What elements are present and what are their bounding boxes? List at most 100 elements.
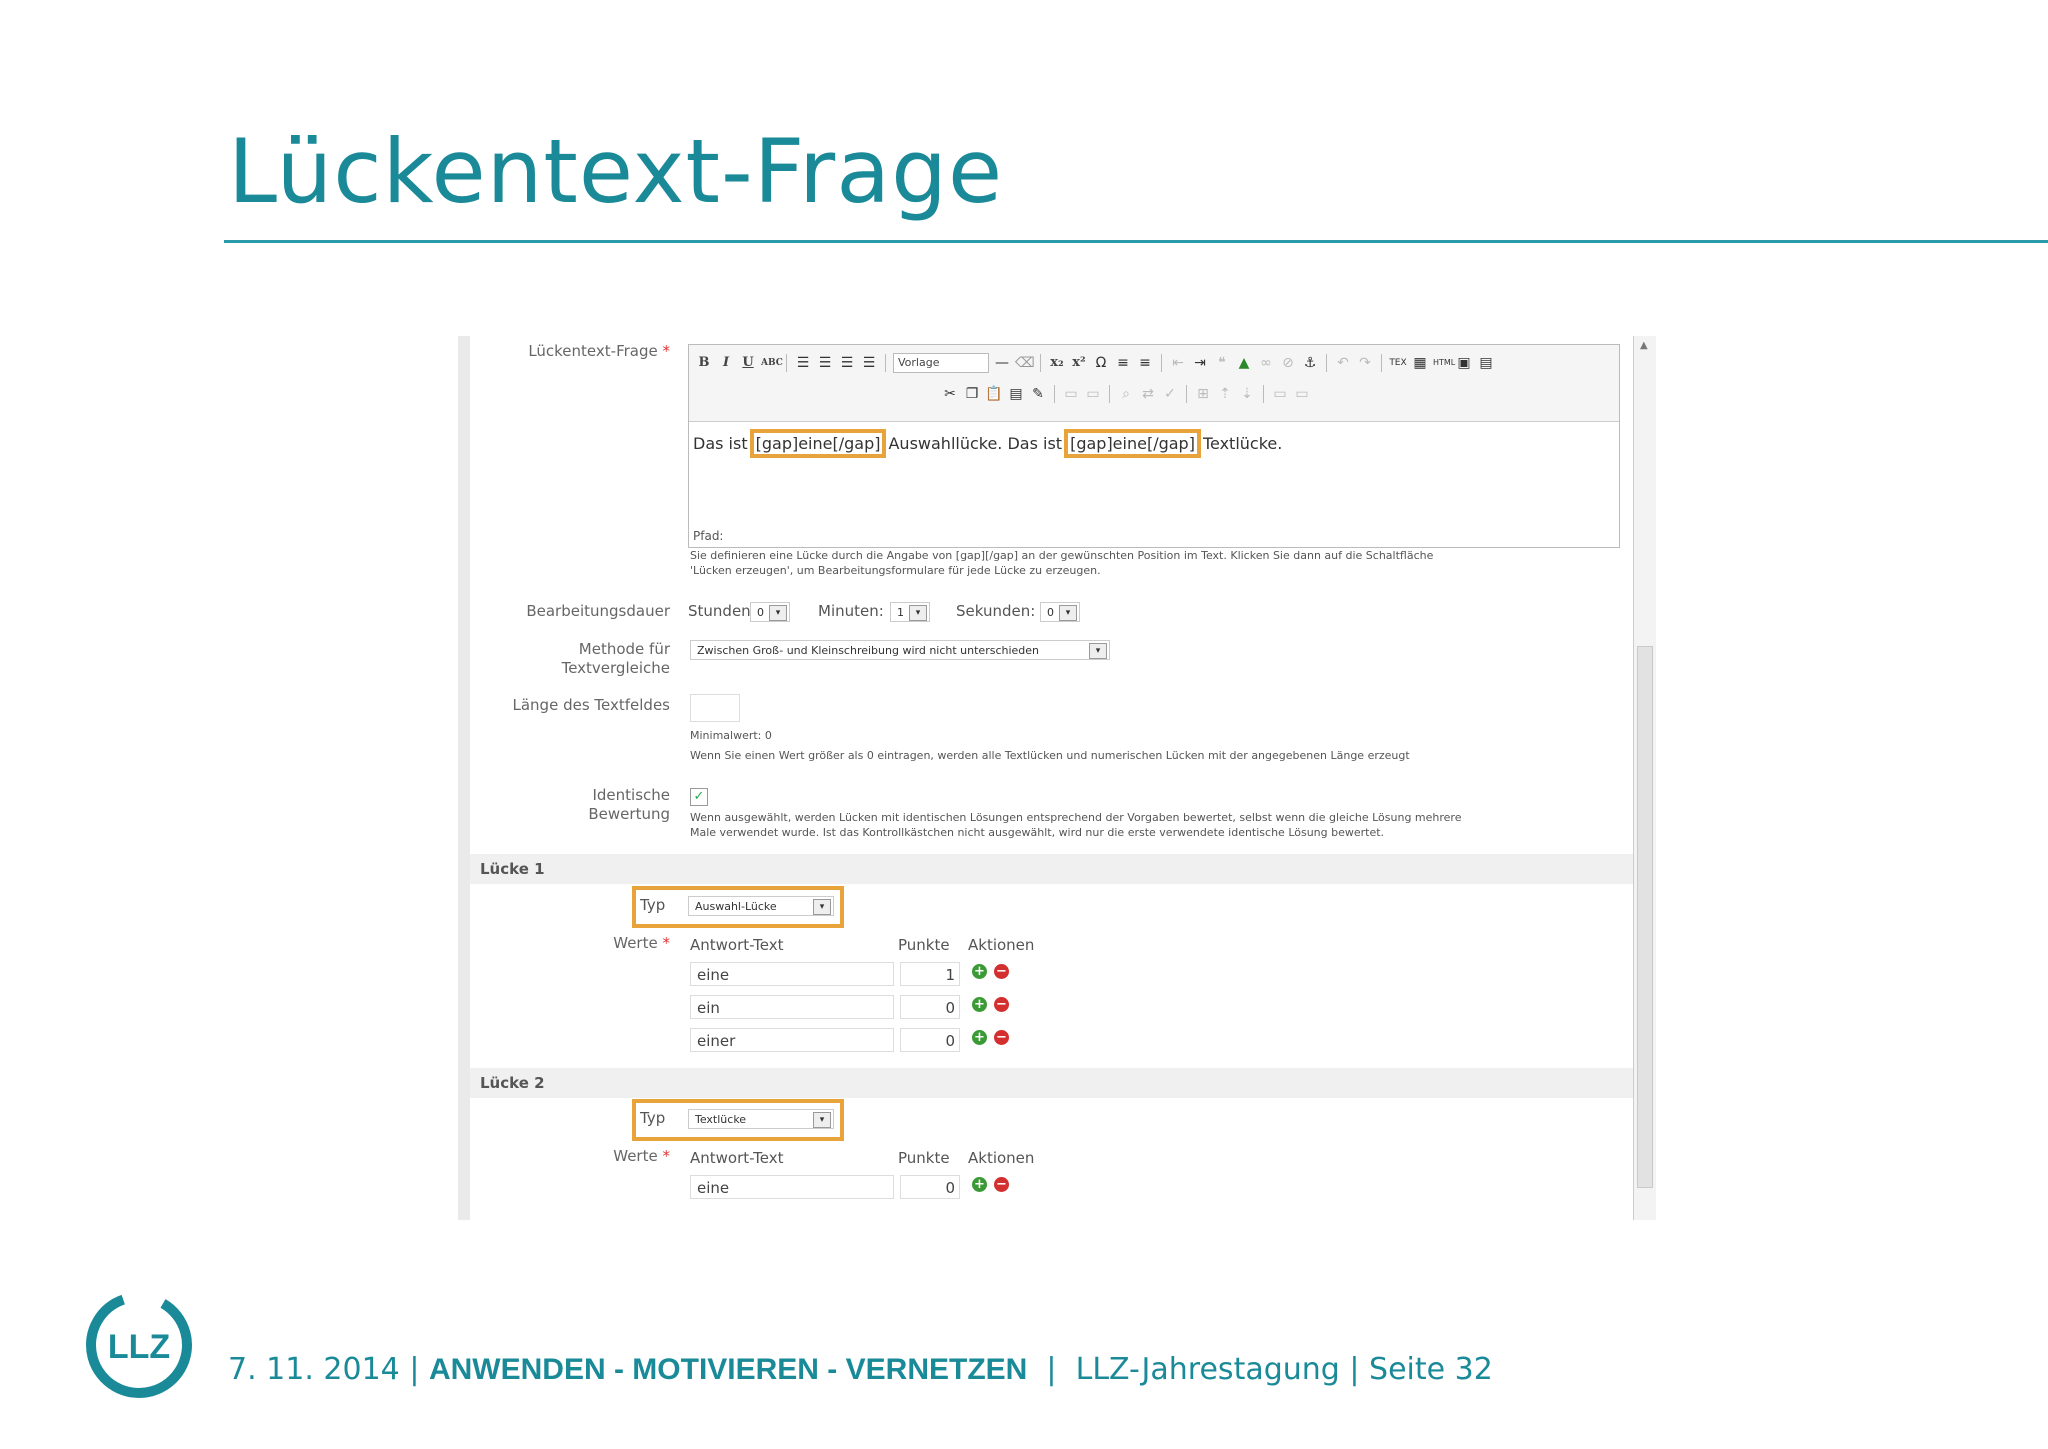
insert-layer-icon[interactable]: ⊞: [1194, 385, 1212, 403]
rich-text-editor[interactable]: B I U ABC ☰ ☰ ☰ ☰ Vorlage — ⌫ x₂ x² Ω ≡ …: [688, 344, 1620, 548]
bold-icon[interactable]: B: [695, 354, 713, 372]
format-select[interactable]: Vorlage: [893, 353, 989, 373]
underline-icon[interactable]: U: [739, 354, 757, 372]
footer-event: LLZ-Jahrestagung: [1075, 1352, 1340, 1387]
move-backward-icon[interactable]: ⇣: [1238, 385, 1256, 403]
add-icon[interactable]: +: [972, 964, 987, 979]
gap-1-answer-input[interactable]: ein: [690, 995, 894, 1019]
gap-1-header: Lücke 1: [470, 854, 1634, 884]
unlink-icon[interactable]: ⊘: [1279, 354, 1297, 372]
scrollbar-thumb[interactable]: [1637, 646, 1653, 1188]
method-select[interactable]: Zwischen Groß- und Kleinschreibung wird …: [690, 640, 1110, 660]
horizontal-rule-icon[interactable]: —: [993, 354, 1011, 372]
llz-logo-text: LLZ: [108, 1328, 170, 1366]
align-justify-icon[interactable]: ☰: [860, 354, 878, 372]
chevron-down-icon: ▾: [1089, 643, 1107, 659]
html-icon[interactable]: HTML: [1433, 354, 1455, 372]
gap-1-col-points: Punkte: [898, 936, 950, 954]
add-icon[interactable]: +: [972, 997, 987, 1012]
toolbar-separator: [1186, 385, 1187, 403]
replace-icon[interactable]: ⇄: [1139, 385, 1157, 403]
gap-2-points-input[interactable]: 0: [900, 1175, 960, 1199]
omega-icon[interactable]: Ω: [1092, 354, 1110, 372]
table-row-icon[interactable]: ▭: [1062, 385, 1080, 403]
outdent-icon[interactable]: ⇤: [1169, 354, 1187, 372]
editor-text-after: Textlücke.: [1202, 434, 1283, 453]
tex-icon[interactable]: TEX: [1389, 354, 1407, 372]
italic-icon[interactable]: I: [717, 354, 735, 372]
template-icon[interactable]: ▭: [1271, 385, 1289, 403]
subscript-icon[interactable]: x₂: [1048, 354, 1066, 372]
identical-scoring-hint-line-2: Male verwendet wurde. Ist das Kontrollkä…: [690, 826, 1385, 839]
vertical-scrollbar[interactable]: ▲: [1633, 336, 1656, 1220]
find-icon[interactable]: ⌕: [1117, 385, 1135, 403]
image-icon[interactable]: ▲: [1235, 354, 1253, 372]
spellcheck-icon[interactable]: ✓: [1161, 385, 1179, 403]
gap-2-col-actions: Aktionen: [968, 1149, 1035, 1167]
strikethrough-icon[interactable]: ABC: [761, 354, 783, 372]
gap-1-type-select[interactable]: Auswahl-Lücke ▾: [688, 896, 834, 916]
remove-icon[interactable]: −: [994, 997, 1009, 1012]
gap-1-marker: [gap]eine[/gap]: [749, 429, 887, 458]
gap-2-answer-input[interactable]: eine: [690, 1175, 894, 1199]
align-left-icon[interactable]: ☰: [794, 354, 812, 372]
cut-icon[interactable]: ✂: [941, 385, 959, 403]
toolbar-separator: [1263, 385, 1264, 403]
fullscreen-icon[interactable]: ▤: [1477, 354, 1495, 372]
seconds-value: 0: [1047, 606, 1054, 619]
gap-1-answer-input[interactable]: einer: [690, 1028, 894, 1052]
remove-icon[interactable]: −: [994, 1177, 1009, 1192]
textfield-length-input[interactable]: [690, 694, 740, 722]
table-icon[interactable]: ▦: [1411, 354, 1429, 372]
remove-format-icon[interactable]: ⌫: [1015, 354, 1035, 372]
unordered-list-icon[interactable]: ≡: [1114, 354, 1132, 372]
gap-1-points-input[interactable]: 0: [900, 995, 960, 1019]
redo-icon[interactable]: ↷: [1356, 354, 1374, 372]
align-center-icon[interactable]: ☰: [816, 354, 834, 372]
identical-scoring-checkbox[interactable]: ✓: [690, 788, 708, 806]
ordered-list-icon[interactable]: ≡: [1136, 354, 1154, 372]
footer-date: 7. 11. 2014: [228, 1352, 400, 1387]
hours-label: Stunden:: [688, 602, 756, 620]
paste-text-icon[interactable]: ▤: [1007, 385, 1025, 403]
llz-logo: LLZ: [86, 1292, 192, 1398]
hours-select[interactable]: 0 ▾: [750, 602, 790, 622]
preview-icon[interactable]: ▣: [1455, 354, 1473, 372]
remove-icon[interactable]: −: [994, 964, 1009, 979]
move-forward-icon[interactable]: ⇡: [1216, 385, 1234, 403]
gap-1-answer-input[interactable]: eine: [690, 962, 894, 986]
paste-word-icon[interactable]: ✎: [1029, 385, 1047, 403]
gap-2-type-select[interactable]: Textlücke ▾: [688, 1109, 834, 1129]
seconds-select[interactable]: 0 ▾: [1040, 602, 1080, 622]
add-icon[interactable]: +: [972, 1030, 987, 1045]
gap-1-type-value: Auswahl-Lücke: [695, 900, 777, 913]
slide-title: Lückentext-Frage: [228, 120, 1004, 223]
title-divider: [224, 240, 2048, 243]
table-col-icon[interactable]: ▭: [1084, 385, 1102, 403]
remove-icon[interactable]: −: [994, 1030, 1009, 1045]
superscript-icon[interactable]: x²: [1070, 354, 1088, 372]
minutes-select[interactable]: 1 ▾: [890, 602, 930, 622]
undo-icon[interactable]: ↶: [1334, 354, 1352, 372]
editor-content[interactable]: Das ist [gap]eine[/gap] Auswahllücke. Das …: [693, 429, 1282, 458]
anchor-icon[interactable]: ⚓: [1301, 354, 1319, 372]
question-label: Lückentext-Frage *: [470, 342, 670, 361]
hours-value: 0: [757, 606, 764, 619]
editor-hint-line-1: Sie definieren eine Lücke durch die Anga…: [690, 549, 1434, 562]
scroll-up-icon[interactable]: ▲: [1640, 340, 1648, 351]
indent-icon[interactable]: ⇥: [1191, 354, 1209, 372]
toolbar-separator: [1381, 354, 1382, 372]
link-icon[interactable]: ∞: [1257, 354, 1275, 372]
media-icon[interactable]: ▭: [1293, 385, 1311, 403]
textfield-length-label: Länge des Textfeldes: [512, 696, 671, 714]
identical-scoring-hint-line-1: Wenn ausgewählt, werden Lücken mit ident…: [690, 811, 1462, 824]
gap-2-marker: [gap]eine[/gap]: [1064, 429, 1201, 458]
gap-1-points-input[interactable]: 0: [900, 1028, 960, 1052]
blockquote-icon[interactable]: ❝: [1213, 354, 1231, 372]
align-right-icon[interactable]: ☰: [838, 354, 856, 372]
add-icon[interactable]: +: [972, 1177, 987, 1192]
editor-text-before: Das ist: [693, 434, 748, 453]
copy-icon[interactable]: ❐: [963, 385, 981, 403]
gap-1-points-input[interactable]: 1: [900, 962, 960, 986]
paste-icon[interactable]: 📋: [985, 385, 1003, 403]
